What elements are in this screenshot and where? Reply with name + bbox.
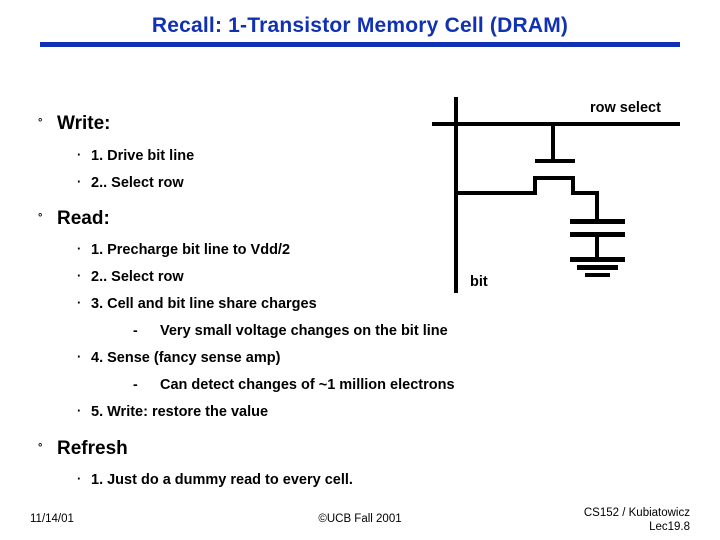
- bullet-marker-level2: ·: [77, 295, 82, 310]
- transistor-channel-top-wire: [533, 176, 575, 180]
- transistor-gate-stem-wire: [551, 124, 555, 160]
- list-item: · 2.. Select row: [77, 174, 184, 191]
- bullet-marker-level1: °: [38, 212, 43, 224]
- section-heading-refresh: ° Refresh: [38, 438, 128, 460]
- dram-cell-circuit-diagram: row select bit: [420, 88, 720, 303]
- capacitor-ground-lead-wire: [595, 237, 599, 258]
- bullet-marker-level2: ·: [77, 403, 82, 418]
- storage-node-wire: [595, 191, 599, 220]
- bullet-marker-level1: °: [38, 117, 43, 129]
- footer-course-label: CS152 / Kubiatowicz: [583, 507, 690, 519]
- list-item-label: 2.. Select row: [91, 269, 184, 285]
- transistor-gate-plate: [535, 159, 575, 163]
- bit-line-wire: [454, 97, 458, 293]
- list-item-label: 1. Drive bit line: [91, 148, 195, 164]
- list-item: · 5. Write: restore the value: [77, 403, 268, 420]
- capacitor-top-plate: [570, 219, 625, 224]
- ground-bar-large: [570, 257, 625, 262]
- sub-list-item-label: Very small voltage changes on the bit li…: [160, 323, 448, 339]
- section-heading-label: Write:: [57, 113, 111, 134]
- slide: Recall: 1-Transistor Memory Cell (DRAM) …: [0, 0, 720, 540]
- bullet-marker-level3: -: [133, 376, 138, 392]
- sub-list-item-label: Can detect changes of ~1 million electro…: [160, 377, 455, 393]
- page-title: Recall: 1-Transistor Memory Cell (DRAM): [151, 14, 569, 37]
- list-item-label: 2.. Select row: [91, 175, 184, 191]
- bullet-marker-level1: °: [38, 442, 43, 454]
- bullet-marker-level2: ·: [77, 174, 82, 189]
- bit-label: bit: [470, 274, 488, 290]
- sub-list-item: - Can detect changes of ~1 million electr…: [133, 376, 455, 393]
- bullet-marker-level2: ·: [77, 241, 82, 256]
- list-item: · 2.. Select row: [77, 268, 184, 285]
- list-item-label: 1. Just do a dummy read to every cell.: [91, 472, 353, 488]
- section-heading-label: Read:: [57, 208, 110, 229]
- footer-course-info: CS152 / Kubiatowicz Lec19.8: [420, 506, 690, 534]
- ground-bar-small: [585, 273, 610, 277]
- bullet-marker-level2: ·: [77, 471, 82, 486]
- bullet-marker-level2: ·: [77, 147, 82, 162]
- list-item: · 1. Precharge bit line to Vdd/2: [77, 241, 290, 258]
- bullet-marker-level2: ·: [77, 349, 82, 364]
- ground-bar-medium: [577, 265, 618, 270]
- list-item-label: 1. Precharge bit line to Vdd/2: [91, 242, 291, 258]
- row-select-label: row select: [590, 100, 661, 116]
- bullet-marker-level3: -: [133, 322, 138, 338]
- footer-lecture-label: Lec19.8: [649, 521, 690, 533]
- list-item-label: 3. Cell and bit line share charges: [91, 296, 317, 312]
- source-line-wire: [454, 191, 537, 195]
- list-item: · 1. Drive bit line: [77, 147, 194, 164]
- bullet-marker-level2: ·: [77, 268, 82, 283]
- list-item: · 1. Just do a dummy read to every cell.: [77, 471, 353, 488]
- section-heading-label: Refresh: [57, 438, 128, 459]
- title-underline-rule: [40, 42, 680, 47]
- section-heading-read: ° Read:: [38, 208, 110, 230]
- list-item: · 3. Cell and bit line share charges: [77, 295, 317, 312]
- sub-list-item: - Very small voltage changes on the bit l…: [133, 322, 448, 339]
- list-item-label: 4. Sense (fancy sense amp): [91, 350, 281, 366]
- list-item: · 4. Sense (fancy sense amp): [77, 349, 280, 366]
- list-item-label: 5. Write: restore the value: [91, 404, 269, 420]
- row-select-line-wire: [432, 122, 680, 126]
- section-heading-write: ° Write:: [38, 113, 110, 135]
